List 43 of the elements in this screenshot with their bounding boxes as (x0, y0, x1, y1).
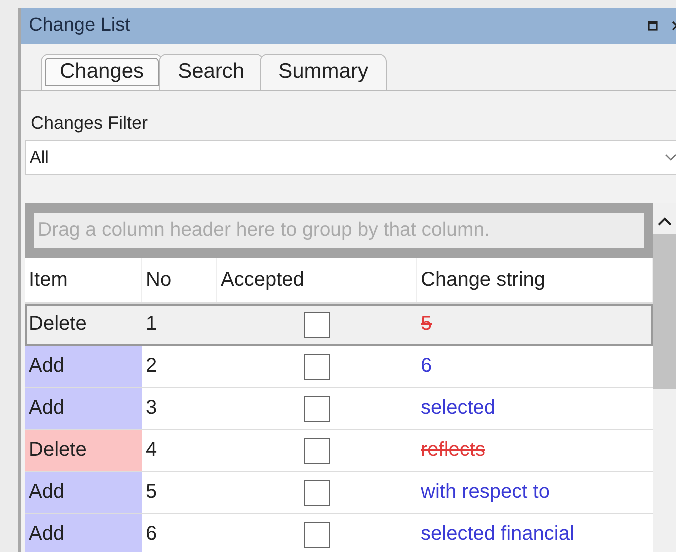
group-hint: Drag a column header here to group by that column. (34, 213, 644, 248)
tab[interactable]: Search (159, 54, 264, 90)
filter-label: Changes Filter (31, 113, 150, 134)
table-row[interactable]: Add 6 selected financial (25, 514, 653, 552)
table-row[interactable]: Delete 1 5 (25, 304, 653, 346)
tab[interactable]: Summary (260, 54, 388, 90)
table-cell-text: selected financial (420, 522, 576, 547)
restore-icon[interactable] (648, 21, 658, 31)
checkbox[interactable] (304, 354, 330, 380)
table-cell: Add (25, 472, 142, 513)
table-cell-text: with respect to (420, 480, 551, 505)
table-cell-text: 2 (145, 354, 158, 379)
table-row[interactable]: Add 5 with respect to (25, 472, 653, 514)
column-header[interactable]: Item (25, 258, 142, 302)
table-cell-text: reflects (420, 438, 486, 463)
table-cell-text: 6 (145, 522, 158, 547)
column-header[interactable]: No (142, 258, 217, 302)
table-cell-text: 5 (420, 312, 434, 337)
checkbox[interactable] (304, 396, 330, 422)
tab[interactable]: Changes (41, 54, 164, 90)
table-cell-text: 6 (420, 354, 434, 379)
table-row[interactable]: Add 2 6 (25, 346, 653, 388)
table-row[interactable]: Delete 4 reflects (25, 430, 653, 472)
column-header[interactable]: Accepted (217, 258, 417, 302)
table-cell: Delete (25, 430, 142, 471)
table-cell-text: 3 (145, 396, 158, 421)
table-cell: Add (25, 388, 142, 429)
table-cell: Add (25, 514, 142, 552)
checkbox[interactable] (304, 480, 330, 506)
table-cell-text: 4 (145, 438, 158, 463)
checkbox[interactable] (304, 522, 330, 548)
checkbox[interactable] (304, 438, 330, 464)
scroll-up-icon[interactable] (658, 217, 672, 226)
table-cell: Add (25, 346, 142, 387)
table-row[interactable]: Add 3 selected (25, 388, 653, 430)
checkbox[interactable] (304, 312, 330, 338)
table-cell-text: Delete (28, 312, 88, 337)
table-cell-text: 1 (145, 312, 158, 337)
table-cell-text: 5 (145, 480, 158, 505)
filter-dropdown[interactable]: All (25, 140, 676, 175)
table-cell-text: selected (420, 396, 496, 421)
chevron-down-icon (665, 154, 676, 162)
window-title: Change List (29, 15, 130, 37)
